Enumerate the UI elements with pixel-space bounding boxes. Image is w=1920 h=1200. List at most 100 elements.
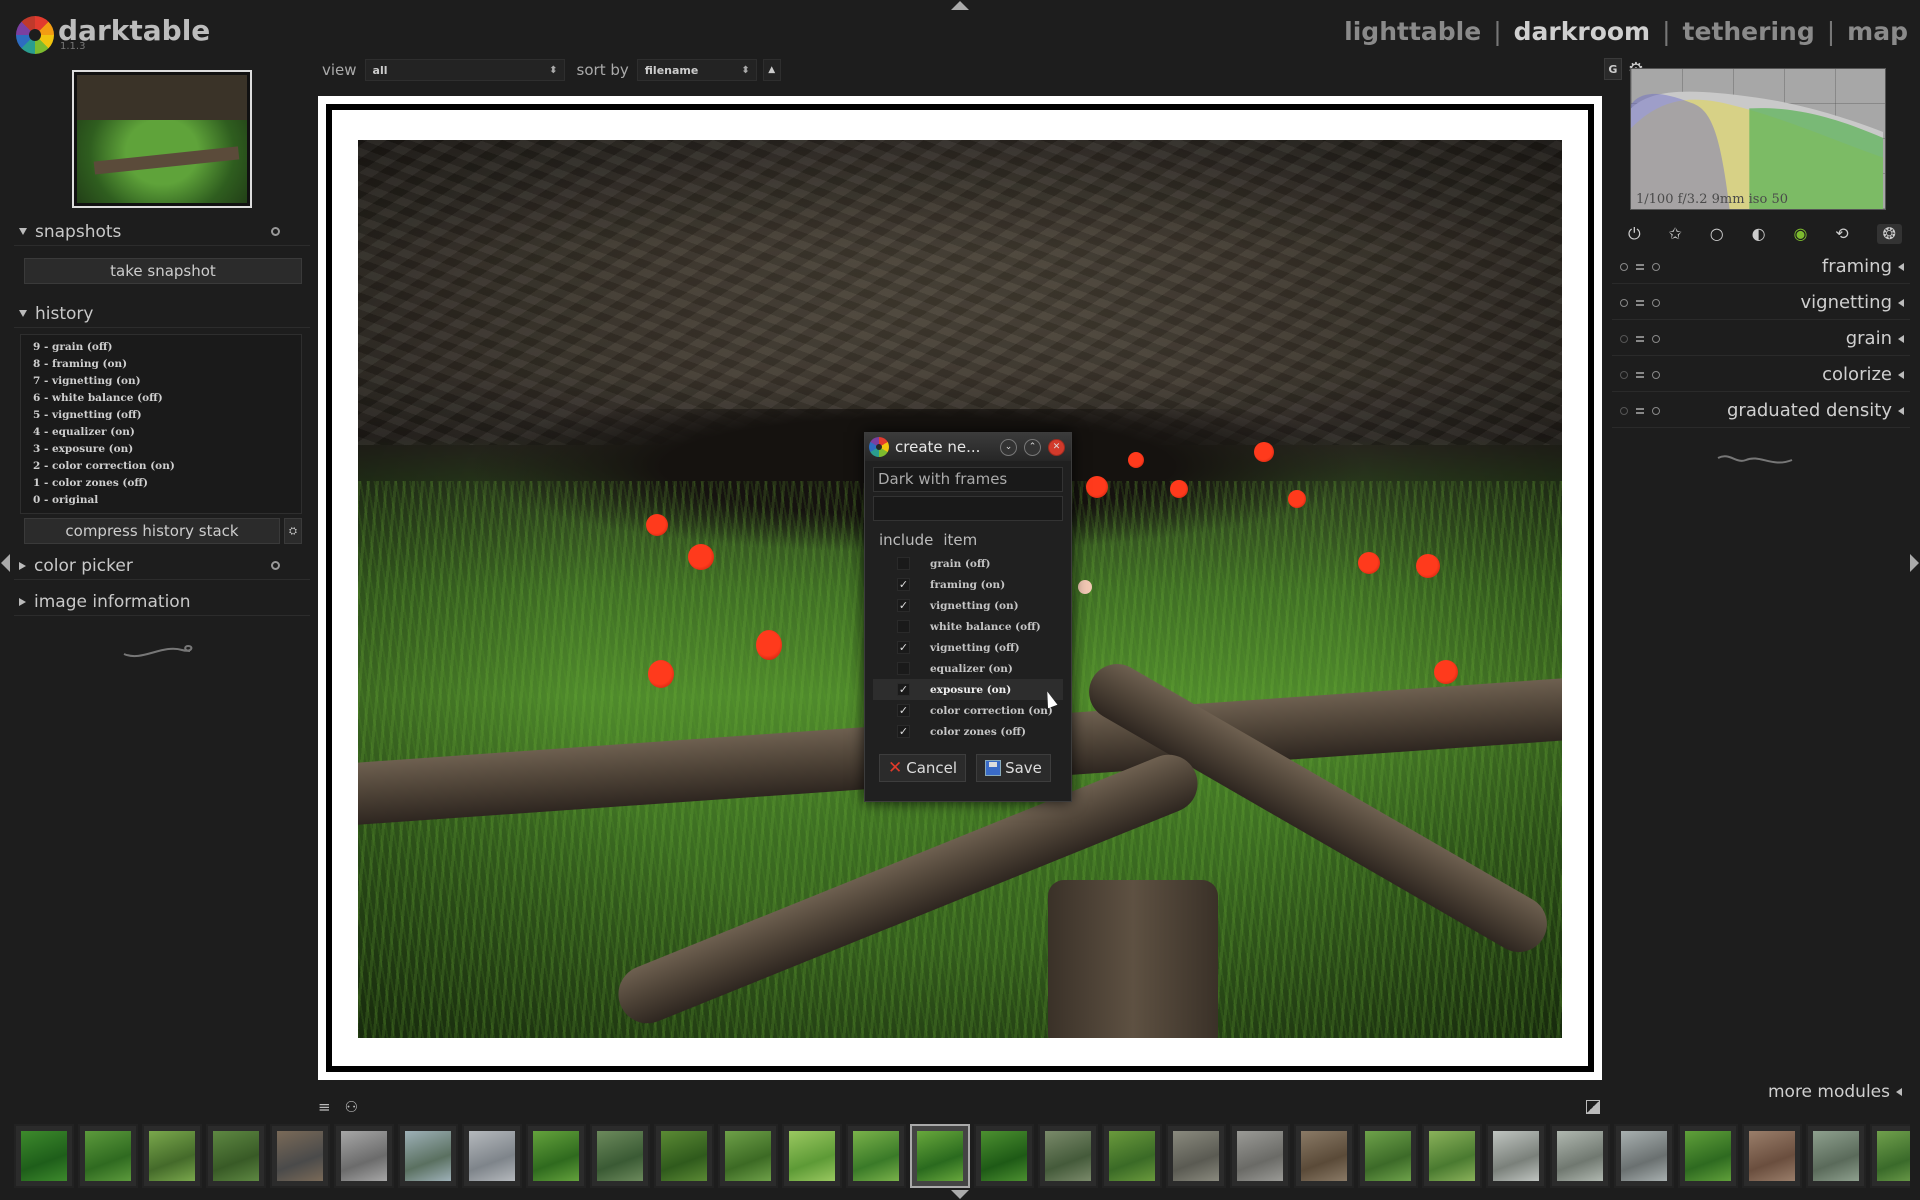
collapse-top-panel-arrow-icon[interactable] [951, 1, 969, 10]
presets-icon[interactable] [1636, 371, 1644, 378]
more-modules-button[interactable]: more modules [1768, 1082, 1908, 1102]
compress-history-button[interactable]: compress history stack [24, 518, 280, 544]
styles-icon[interactable]: ⚇ [345, 1098, 358, 1116]
filmstrip-thumbnail[interactable] [1486, 1124, 1546, 1188]
image-information-header[interactable]: image information [14, 588, 310, 616]
history-style-icon[interactable]: ⛭ [284, 518, 302, 544]
view-tethering[interactable]: tethering [1683, 17, 1815, 46]
dialog-titlebar[interactable]: create ne... ⌄ ⌃ ✕ [865, 433, 1071, 461]
include-checkbox[interactable]: ✓ [897, 578, 910, 591]
view-lighttable[interactable]: lighttable [1344, 17, 1481, 46]
view-filter-combo[interactable]: all [364, 59, 565, 81]
presets-icon[interactable] [1636, 299, 1644, 306]
filmstrip-thumbnail[interactable] [334, 1124, 394, 1188]
filmstrip-thumbnail[interactable] [1550, 1124, 1610, 1188]
reset-icon[interactable] [271, 227, 280, 236]
power-icon[interactable] [1620, 406, 1628, 415]
filmstrip-thumbnail[interactable] [654, 1124, 714, 1188]
history-item[interactable]: 0 - original [21, 492, 301, 509]
power-icon[interactable] [1620, 262, 1628, 271]
power-icon[interactable] [1620, 370, 1628, 379]
filmstrip-thumbnail[interactable] [1166, 1124, 1226, 1188]
history-item[interactable]: 9 - grain (off) [21, 339, 301, 356]
module-grain[interactable]: grain [1612, 322, 1910, 356]
filmstrip-thumbnail[interactable] [1230, 1124, 1290, 1188]
module-framing[interactable]: framing [1612, 250, 1910, 284]
include-checkbox[interactable] [897, 557, 910, 570]
include-checkbox[interactable] [897, 620, 910, 633]
filmstrip-thumbnail[interactable] [206, 1124, 266, 1188]
tone-icon[interactable]: ◐ [1752, 224, 1766, 244]
style-item-row[interactable]: grain (off) [873, 553, 1063, 574]
grouping-button[interactable]: G [1603, 58, 1622, 80]
style-item-row[interactable]: ✓ framing (on) [873, 574, 1063, 595]
style-item-row[interactable]: ✓ color correction (on) [873, 700, 1063, 721]
color-icon[interactable]: ◉ [1793, 224, 1807, 244]
reset-icon[interactable] [1652, 334, 1660, 343]
include-checkbox[interactable] [897, 662, 910, 675]
filmstrip-thumbnail[interactable] [1294, 1124, 1354, 1188]
snapshots-header[interactable]: snapshots [14, 218, 310, 246]
filmstrip-thumbnail[interactable] [398, 1124, 458, 1188]
effect-icon[interactable]: ❂ [1876, 224, 1902, 244]
filmstrip-thumbnail[interactable] [526, 1124, 586, 1188]
collapse-left-panel-arrow-icon[interactable] [1, 554, 10, 572]
filmstrip-thumbnail[interactable] [718, 1124, 778, 1188]
quick-presets-icon[interactable]: ≡ [318, 1098, 331, 1116]
style-item-row[interactable]: ✓ exposure (on) [873, 679, 1063, 700]
circle-icon[interactable]: ○ [1710, 224, 1724, 244]
filmstrip-thumbnail[interactable] [1678, 1124, 1738, 1188]
close-icon[interactable]: ✕ [1048, 438, 1065, 456]
history-item[interactable]: 5 - vignetting (off) [21, 407, 301, 424]
presets-icon[interactable] [1636, 407, 1644, 414]
history-item[interactable]: 7 - vignetting (on) [21, 373, 301, 390]
view-darkroom[interactable]: darkroom [1514, 17, 1650, 46]
filmstrip-thumbnail[interactable] [270, 1124, 330, 1188]
maximize-icon[interactable]: ⌃ [1024, 438, 1041, 456]
filmstrip-thumbnail[interactable] [462, 1124, 522, 1188]
overexposure-toggle-icon[interactable] [1586, 1100, 1600, 1114]
reset-icon[interactable] [1652, 298, 1660, 307]
star-icon[interactable]: ✩ [1669, 224, 1682, 244]
history-header[interactable]: history [14, 300, 310, 328]
style-name-field[interactable]: Dark with frames [873, 467, 1063, 492]
power-icon[interactable] [1620, 334, 1628, 343]
sort-direction-button[interactable]: ▲ [762, 59, 781, 81]
include-checkbox[interactable]: ✓ [897, 599, 910, 612]
include-checkbox[interactable]: ✓ [897, 704, 910, 717]
filmstrip-thumbnail[interactable] [1038, 1124, 1098, 1188]
style-item-row[interactable]: ✓ vignetting (off) [873, 637, 1063, 658]
history-item[interactable]: 4 - equalizer (on) [21, 424, 301, 441]
presets-icon[interactable] [1636, 335, 1644, 342]
filmstrip-thumbnail[interactable] [1614, 1124, 1674, 1188]
filmstrip-thumbnail[interactable] [846, 1124, 906, 1188]
power-icon[interactable]: ⏻ [1628, 224, 1641, 244]
filmstrip-thumbnail[interactable] [1358, 1124, 1418, 1188]
reset-icon[interactable] [271, 561, 280, 570]
collapse-bottom-panel-arrow-icon[interactable] [951, 1190, 969, 1199]
presets-icon[interactable] [1636, 263, 1644, 270]
navigation-preview[interactable] [72, 70, 252, 208]
module-graduated-density[interactable]: graduated density [1612, 394, 1910, 428]
take-snapshot-button[interactable]: take snapshot [24, 258, 302, 284]
include-checkbox[interactable]: ✓ [897, 641, 910, 654]
minimize-icon[interactable]: ⌄ [1000, 438, 1017, 456]
view-map[interactable]: map [1847, 17, 1908, 46]
history-item[interactable]: 8 - framing (on) [21, 356, 301, 373]
style-item-row[interactable]: ✓ vignetting (on) [873, 595, 1063, 616]
style-item-row[interactable]: equalizer (on) [873, 658, 1063, 679]
style-item-row[interactable]: white balance (off) [873, 616, 1063, 637]
cancel-button[interactable]: ✕ Cancel [879, 754, 967, 782]
filmstrip-thumbnail[interactable] [590, 1124, 650, 1188]
filmstrip-thumbnail[interactable] [1870, 1124, 1910, 1188]
include-checkbox[interactable]: ✓ [897, 725, 910, 738]
correct-icon[interactable]: ⟲ [1835, 224, 1848, 244]
filmstrip-thumbnail[interactable] [142, 1124, 202, 1188]
reset-icon[interactable] [1652, 406, 1660, 415]
collapse-right-panel-arrow-icon[interactable] [1910, 554, 1919, 572]
sort-by-combo[interactable]: filename [636, 59, 757, 81]
filmstrip-thumbnail[interactable] [78, 1124, 138, 1188]
reset-icon[interactable] [1652, 262, 1660, 271]
style-description-field[interactable] [873, 496, 1063, 521]
module-vignetting[interactable]: vignetting [1612, 286, 1910, 320]
